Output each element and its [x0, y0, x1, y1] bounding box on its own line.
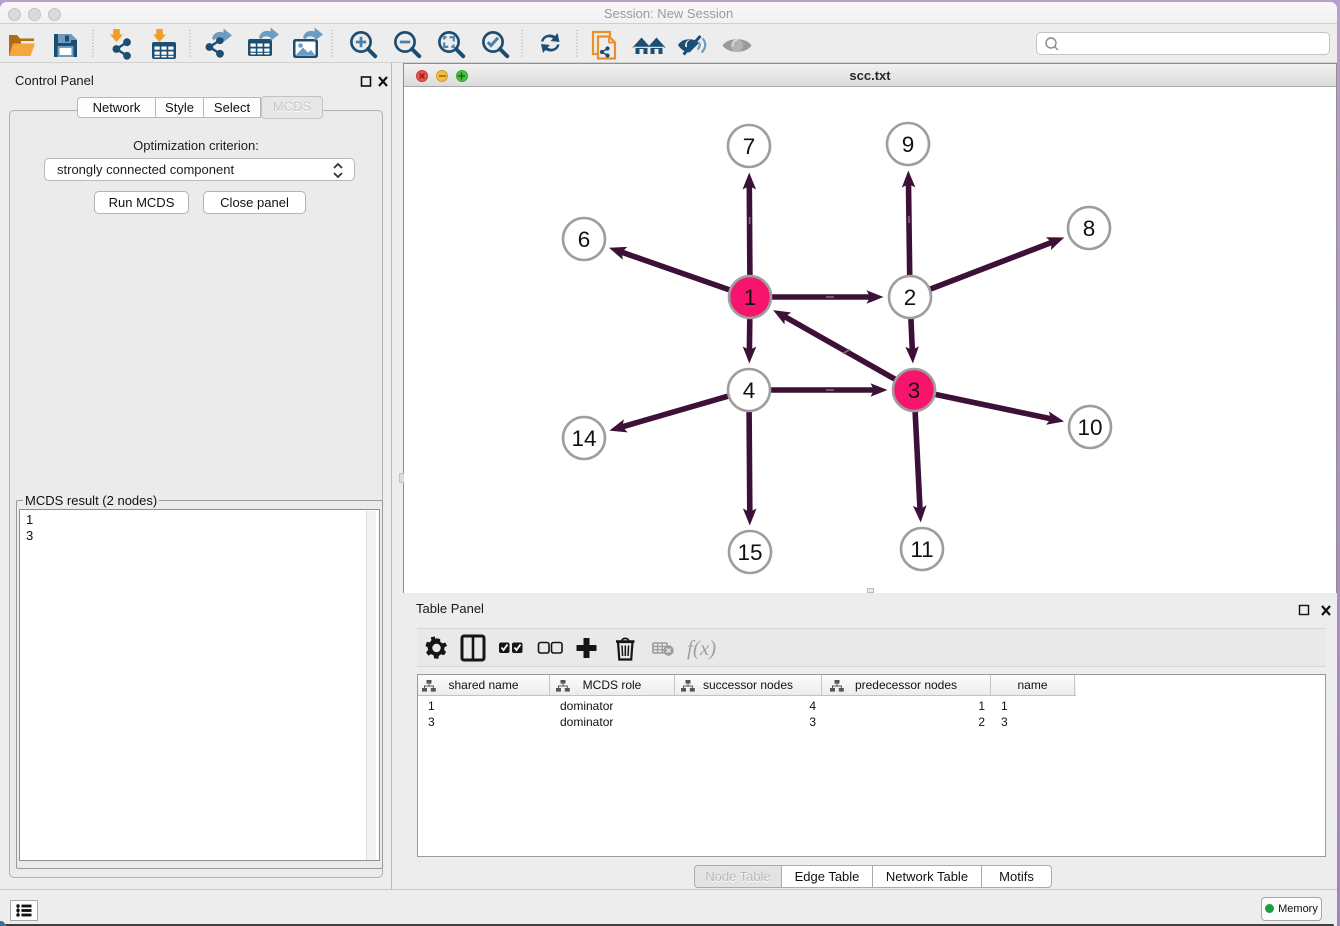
- svg-text:7: 7: [743, 134, 756, 159]
- svg-text:11: 11: [910, 537, 933, 562]
- svg-text:1: 1: [744, 285, 757, 310]
- svg-text:3: 3: [908, 378, 921, 403]
- svg-text:15: 15: [737, 540, 762, 565]
- svg-text:14: 14: [571, 426, 596, 451]
- svg-text:f(x): f(x): [687, 636, 716, 660]
- svg-text:8: 8: [1083, 216, 1096, 241]
- svg-text:2: 2: [904, 285, 917, 310]
- svg-text:6: 6: [578, 227, 591, 252]
- svg-text:10: 10: [1077, 415, 1102, 440]
- svg-text:4: 4: [743, 378, 756, 403]
- svg-text:9: 9: [902, 132, 915, 157]
